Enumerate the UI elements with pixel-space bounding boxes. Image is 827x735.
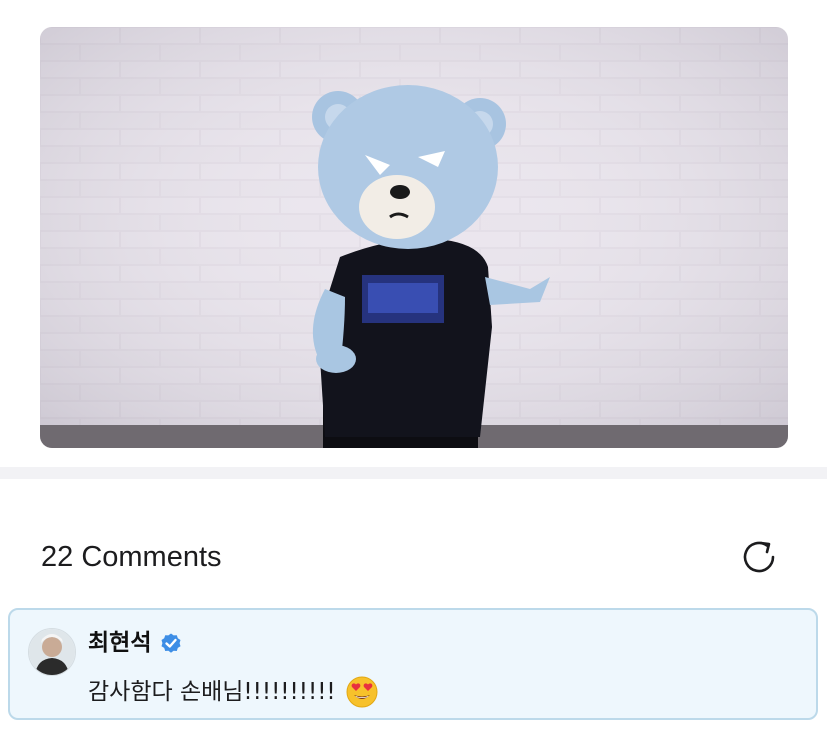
verified-badge-icon (161, 633, 181, 653)
refresh-button[interactable] (738, 536, 780, 578)
heart-eyes-emoji-icon (346, 676, 378, 708)
section-divider (0, 467, 827, 479)
mascot-photo (40, 27, 788, 448)
avatar[interactable] (28, 628, 76, 676)
comment-item[interactable]: 최현석 감사함다 손배님!!!!!!!!!! (8, 608, 818, 720)
comment-text: 감사함다 손배님!!!!!!!!!! (88, 676, 378, 708)
comment-body: 감사함다 손배님!!!!!!!!!! (88, 679, 336, 705)
post-image[interactable] (40, 27, 788, 448)
refresh-icon (743, 541, 775, 573)
comments-count: 22 Comments (41, 541, 222, 573)
comment-author[interactable]: 최현석 (88, 627, 183, 659)
author-name: 최현석 (88, 630, 152, 656)
